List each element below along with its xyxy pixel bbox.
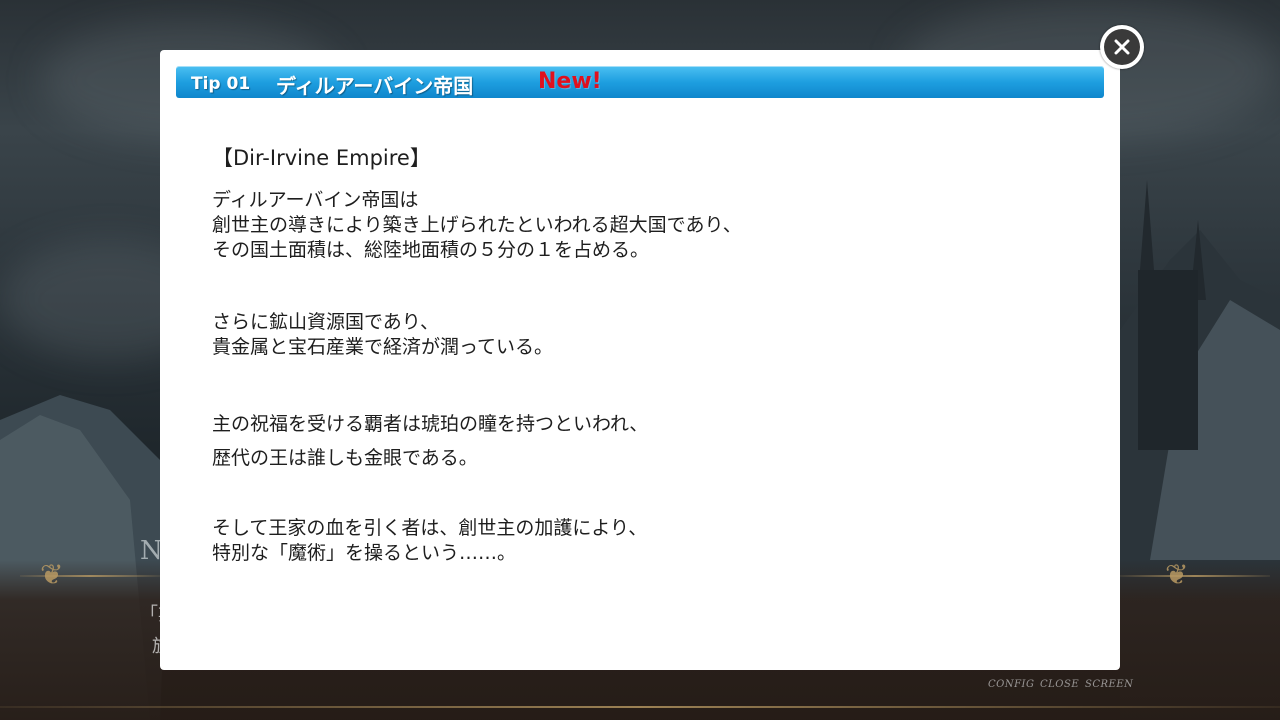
screen-menu-item[interactable]: SCREEN	[1085, 679, 1133, 690]
tip-text-line: そして王家の血を引く者は、創世主の加護により、	[212, 517, 648, 539]
tip-paragraph: 主の祝福を受ける覇者は琥珀の瞳を持つといわれ、 歴代の王は誰しも金眼である。	[212, 412, 648, 471]
ornament-line	[0, 706, 1280, 708]
tip-text-line: 特別な「魔術」を操るという……。	[212, 542, 517, 564]
tip-text-line: 貴金属と宝石産業で経済が潤っている。	[212, 336, 554, 358]
tip-heading: 【Dir-Irvine Empire】	[212, 146, 431, 170]
tip-text-line: 主の祝福を受ける覇者は琥珀の瞳を持つといわれ、	[212, 413, 649, 435]
new-badge: New!	[538, 69, 602, 94]
tip-number: Tip 01	[191, 74, 251, 94]
tip-text-line: 歴代の王は誰しも金眼である。	[212, 447, 478, 469]
tip-text-line: ディルアーバイン帝国は	[212, 189, 419, 211]
tips-panel: Tip 01 ディルアーバイン帝国 New! 【Dir-Irvine Empir…	[160, 50, 1120, 670]
tip-text-line: 創世主の導きにより築き上げられたといわれる超大国であり、	[212, 214, 742, 236]
tip-paragraph: そして王家の血を引く者は、創世主の加護により、 特別な「魔術」を操るという……。	[212, 516, 647, 566]
tip-title: ディルアーバイン帝国	[276, 74, 474, 98]
ornament-line	[1120, 575, 1270, 577]
ornament-flourish: ❦	[1165, 558, 1189, 591]
config-menu-item[interactable]: CONFIG	[988, 679, 1034, 690]
close-button-face[interactable]	[1104, 29, 1140, 65]
tip-text-line: その国土面積は、総陸地面積の５分の１を占める。	[212, 239, 650, 261]
close-menu-item[interactable]: CLOSE	[1040, 679, 1079, 690]
tip-paragraph: ディルアーバイン帝国は 創世主の導きにより築き上げられたといわれる超大国であり、…	[212, 188, 742, 263]
game-screen: ❦ ❦ N 「婁 旋 CONFIG CLOSE SCREEN Tip 01 ディ…	[0, 0, 1280, 720]
close-button[interactable]	[1100, 25, 1144, 69]
close-icon	[1114, 39, 1130, 55]
tip-text-line: さらに鉱山資源国であり、	[212, 311, 440, 333]
tip-paragraph: さらに鉱山資源国であり、 貴金属と宝石産業で経済が潤っている。	[212, 310, 553, 360]
ornament-flourish: ❦	[40, 558, 64, 591]
tip-title-bar: Tip 01 ディルアーバイン帝国 New!	[176, 66, 1104, 98]
